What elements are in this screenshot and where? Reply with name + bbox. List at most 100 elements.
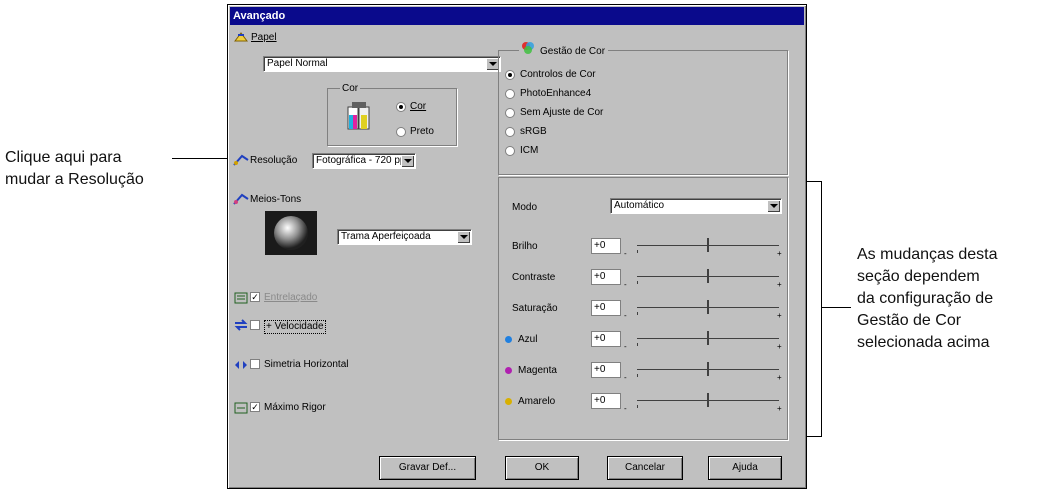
ok-button[interactable]: OK bbox=[505, 456, 579, 480]
slider-scale-plus: + bbox=[777, 404, 782, 413]
slider-thumb[interactable] bbox=[707, 362, 709, 376]
slider-value-field[interactable]: +0 bbox=[591, 331, 621, 347]
preto-option-label: Preto bbox=[410, 126, 434, 137]
cor-option-label: Cor bbox=[410, 101, 427, 112]
slider-thumb[interactable] bbox=[707, 269, 709, 283]
entrelacado-label: Entrelaçado bbox=[264, 292, 318, 303]
gestao-option-radio[interactable] bbox=[505, 70, 515, 80]
resolucao-label: Resolução bbox=[250, 155, 298, 166]
ink-cartridge-icon bbox=[346, 101, 372, 136]
halftone-icon bbox=[233, 192, 249, 210]
color-wheel-icon bbox=[521, 41, 535, 59]
gestao-option-label: PhotoEnhance4 bbox=[520, 88, 592, 99]
slider-label: Amarelo bbox=[518, 396, 556, 407]
slider-tick bbox=[637, 312, 638, 315]
max-rigor-icon bbox=[234, 401, 248, 419]
modo-select[interactable]: Automático bbox=[610, 198, 782, 214]
slider-scale-minus: - bbox=[624, 280, 627, 289]
velocidade-label: + Velocidade bbox=[264, 320, 326, 334]
ajuda-button[interactable]: Ajuda bbox=[708, 456, 782, 480]
callout-resolucao: Clique aqui para mudar a Resolução bbox=[5, 147, 195, 191]
callout-line-2: mudar a Resolução bbox=[5, 171, 144, 188]
callout-line-1: As mudanças desta bbox=[857, 246, 998, 263]
slider-tick bbox=[637, 405, 638, 408]
modo-value: Automático bbox=[614, 200, 665, 211]
chevron-down-icon[interactable] bbox=[457, 231, 470, 243]
chevron-down-icon[interactable] bbox=[401, 155, 414, 167]
slider-tick bbox=[637, 281, 638, 284]
callout-line-3: da configuração de bbox=[857, 290, 994, 307]
slider-tick bbox=[637, 374, 638, 377]
gestao-option-radio[interactable] bbox=[505, 89, 515, 99]
callout-leader-left bbox=[172, 158, 230, 159]
slider-label: Saturação bbox=[512, 303, 558, 314]
resolution-icon bbox=[233, 153, 249, 171]
papel-select[interactable]: Papel Normal bbox=[263, 56, 501, 72]
gestao-option-label: Controlos de Cor bbox=[520, 69, 596, 80]
slider-value-field[interactable]: +0 bbox=[591, 269, 621, 285]
gestao-option-radio[interactable] bbox=[505, 108, 515, 118]
maximo-rigor-label: Máximo Rigor bbox=[264, 402, 326, 413]
slider-scale-plus: + bbox=[777, 280, 782, 289]
slider-value-field[interactable]: +0 bbox=[591, 238, 621, 254]
callout-gestao: As mudanças desta seção dependem da conf… bbox=[857, 244, 1045, 354]
cancelar-button[interactable]: Cancelar bbox=[607, 456, 683, 480]
resolucao-select[interactable]: Fotográfica - 720 ppp bbox=[312, 153, 416, 169]
preto-radio[interactable] bbox=[396, 127, 406, 137]
slider-value-field[interactable]: +0 bbox=[591, 300, 621, 316]
slider-tick bbox=[637, 343, 638, 346]
paper-icon bbox=[233, 30, 249, 48]
color-dot-icon bbox=[505, 336, 512, 343]
meios-tons-select[interactable]: Trama Aperfeiçoada bbox=[337, 229, 472, 245]
slider-label: Magenta bbox=[518, 365, 557, 376]
papel-value: Papel Normal bbox=[267, 58, 328, 69]
interlace-icon bbox=[234, 291, 248, 309]
simetria-checkbox[interactable] bbox=[250, 359, 260, 369]
slider-thumb[interactable] bbox=[707, 331, 709, 345]
callout-line-2: seção dependem bbox=[857, 268, 980, 285]
dialog-title: Avançado bbox=[230, 7, 804, 25]
meios-tons-label: Meios-Tons bbox=[250, 194, 302, 205]
callout-line-1: Clique aqui para bbox=[5, 149, 122, 166]
slider-scale-plus: + bbox=[777, 311, 782, 320]
velocidade-checkbox[interactable] bbox=[250, 320, 260, 330]
slider-scale-plus: + bbox=[777, 342, 782, 351]
slider-scale-minus: - bbox=[624, 311, 627, 320]
chevron-down-icon[interactable] bbox=[767, 200, 780, 212]
slider-label: Azul bbox=[518, 334, 538, 345]
gravar-button[interactable]: Gravar Def... bbox=[379, 456, 476, 480]
slider-thumb[interactable] bbox=[707, 300, 709, 314]
callout-line-4: Gestão de Cor bbox=[857, 312, 962, 329]
halftone-preview-image bbox=[265, 211, 317, 255]
meios-tons-value: Trama Aperfeiçoada bbox=[341, 231, 431, 242]
gestao-cor-header: Gestão de Cor bbox=[519, 41, 609, 57]
slider-value-field[interactable]: +0 bbox=[591, 393, 621, 409]
callout-line-5: selecionada acima bbox=[857, 334, 990, 351]
slider-scale-minus: - bbox=[624, 249, 627, 258]
color-dot-icon bbox=[505, 398, 512, 405]
slider-value-field[interactable]: +0 bbox=[591, 362, 621, 378]
slider-thumb[interactable] bbox=[707, 238, 709, 252]
slider-scale-plus: + bbox=[777, 373, 782, 382]
maximo-rigor-checkbox[interactable]: ✓ bbox=[250, 402, 260, 412]
mirror-icon bbox=[234, 358, 248, 376]
slider-scale-minus: - bbox=[624, 373, 627, 382]
gestao-option-label: sRGB bbox=[520, 126, 547, 137]
advanced-dialog: Avançado Papel Papel Normal Cor Cor Pret… bbox=[227, 4, 807, 489]
slider-thumb[interactable] bbox=[707, 393, 709, 407]
slider-scale-plus: + bbox=[777, 249, 782, 258]
slider-tick bbox=[637, 250, 638, 253]
papel-label: Papel bbox=[251, 32, 277, 43]
gestao-option-radio[interactable] bbox=[505, 146, 515, 156]
slider-scale-minus: - bbox=[624, 342, 627, 351]
slider-scale-minus: - bbox=[624, 404, 627, 413]
slider-label: Contraste bbox=[512, 272, 556, 283]
color-dot-icon bbox=[505, 367, 512, 374]
cor-group-label: Cor bbox=[340, 83, 361, 95]
slider-label: Brilho bbox=[512, 241, 538, 252]
cor-radio[interactable] bbox=[396, 102, 406, 112]
gestao-option-radio[interactable] bbox=[505, 127, 515, 137]
modo-label: Modo bbox=[512, 202, 538, 213]
speed-icon bbox=[234, 318, 248, 336]
entrelacado-checkbox[interactable]: ✓ bbox=[250, 292, 260, 302]
